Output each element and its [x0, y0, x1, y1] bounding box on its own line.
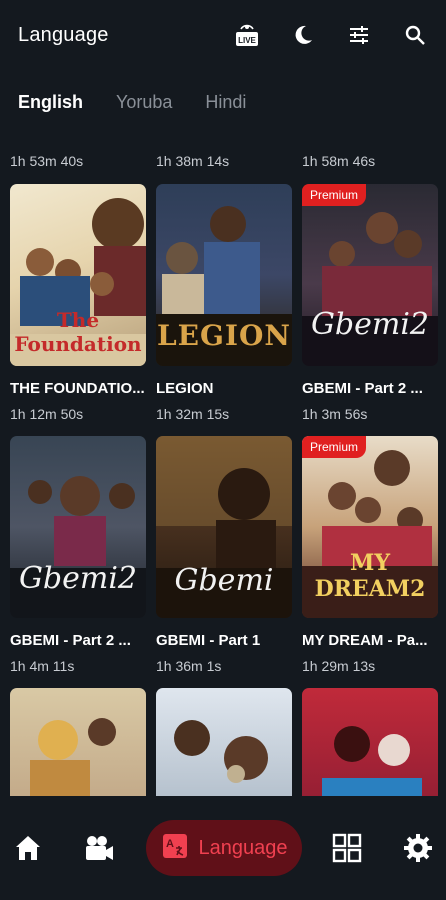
movie-duration: 1h 38m 14s	[156, 153, 230, 169]
movie-duration: 1h 32m 15s	[156, 406, 230, 422]
movie-duration: 1h 3m 56s	[302, 406, 368, 422]
sliders-icon[interactable]	[346, 22, 372, 48]
poster-title: Gbemi2	[310, 307, 430, 342]
premium-badge: Premium	[302, 184, 367, 206]
partial-row-durations: 1h 53m 40s 1h 38m 14s 1h 58m 46s	[10, 150, 440, 172]
nav-language-active[interactable]: A Language	[145, 820, 303, 876]
movie-title: GBEMI - Part 2 ...	[10, 632, 131, 649]
movie-poster[interactable]: Gbemi2	[10, 436, 146, 618]
movie-title: GBEMI - Part 1	[156, 632, 261, 649]
movie-duration: 1h 12m 50s	[10, 406, 84, 422]
svg-text:A: A	[166, 838, 174, 850]
poster-title: Gbemi	[174, 563, 274, 598]
movie-title: GBEMI - Part 2 ...	[302, 380, 423, 397]
movie-poster[interactable]: LEGION	[156, 184, 292, 366]
movie-row: The Foundation THE FOUNDATIO... 1h 12m 5…	[10, 184, 440, 424]
movie-duration: 1h 4m 11s	[10, 658, 75, 674]
grid-icon[interactable]	[326, 826, 367, 870]
tab-yoruba[interactable]: Yoruba	[116, 92, 172, 113]
top-actions: LIVE	[234, 22, 428, 48]
movie-duration: 1h 53m 40s	[10, 153, 84, 169]
premium-badge: Premium	[302, 436, 367, 458]
poster-title: Gbemi2	[18, 561, 138, 596]
movie-poster[interactable]: Gbemi	[156, 436, 292, 618]
movie-card[interactable]: Gbemi GBEMI - Part 1 1h 36m 1s	[156, 436, 292, 676]
tab-english[interactable]: English	[18, 92, 83, 113]
tab-hindi[interactable]: Hindi	[205, 92, 246, 113]
moon-icon[interactable]	[290, 22, 316, 48]
movie-card[interactable]: The Foundation THE FOUNDATIO... 1h 12m 5…	[10, 184, 146, 424]
nav-language-label: Language	[198, 836, 288, 859]
home-icon[interactable]	[8, 826, 49, 870]
movie-title: LEGION	[156, 380, 214, 397]
movie-card[interactable]: LEGION LEGION 1h 32m 15s	[156, 184, 292, 424]
movie-row: Gbemi2 GBEMI - Part 2 ... 1h 4m 11s Gbem…	[10, 436, 440, 676]
page-title: Language	[18, 23, 109, 46]
movie-duration: 1h 29m 13s	[302, 658, 376, 674]
language-icon: A	[161, 832, 189, 865]
top-app-bar: Language LIVE	[0, 0, 446, 70]
camera-icon[interactable]	[79, 826, 120, 870]
language-tabs: English Yoruba Hindi	[18, 92, 246, 113]
bottom-navigation: A Language	[0, 796, 446, 900]
movie-card[interactable]: Premium MY DREAM2 MY DREAM - Pa... 1h 29…	[302, 436, 438, 676]
search-icon[interactable]	[402, 22, 428, 48]
movie-poster[interactable]: Premium Gbemi2	[302, 184, 438, 366]
movie-duration: 1h 58m 46s	[302, 153, 376, 169]
movie-title: THE FOUNDATIO...	[10, 380, 145, 397]
movie-poster[interactable]: Premium MY DREAM2	[302, 436, 438, 618]
live-icon[interactable]: LIVE	[234, 22, 260, 48]
movie-poster[interactable]: The Foundation	[10, 184, 146, 366]
movie-duration: 1h 36m 1s	[156, 658, 222, 674]
movie-card[interactable]: Gbemi2 GBEMI - Part 2 ... 1h 4m 11s	[10, 436, 146, 676]
poster-title: The Foundation	[14, 308, 142, 356]
svg-text:LIVE: LIVE	[238, 36, 256, 45]
poster-title: MY DREAM2	[314, 550, 426, 602]
movie-title: MY DREAM - Pa...	[302, 632, 428, 649]
movie-grid: 1h 53m 40s 1h 38m 14s 1h 58m 46s The Fou…	[10, 150, 440, 870]
poster-title: LEGION	[156, 319, 292, 352]
settings-icon[interactable]	[397, 826, 438, 870]
movie-card[interactable]: Premium Gbemi2 GBEMI - Part 2 ... 1h 3m …	[302, 184, 438, 424]
